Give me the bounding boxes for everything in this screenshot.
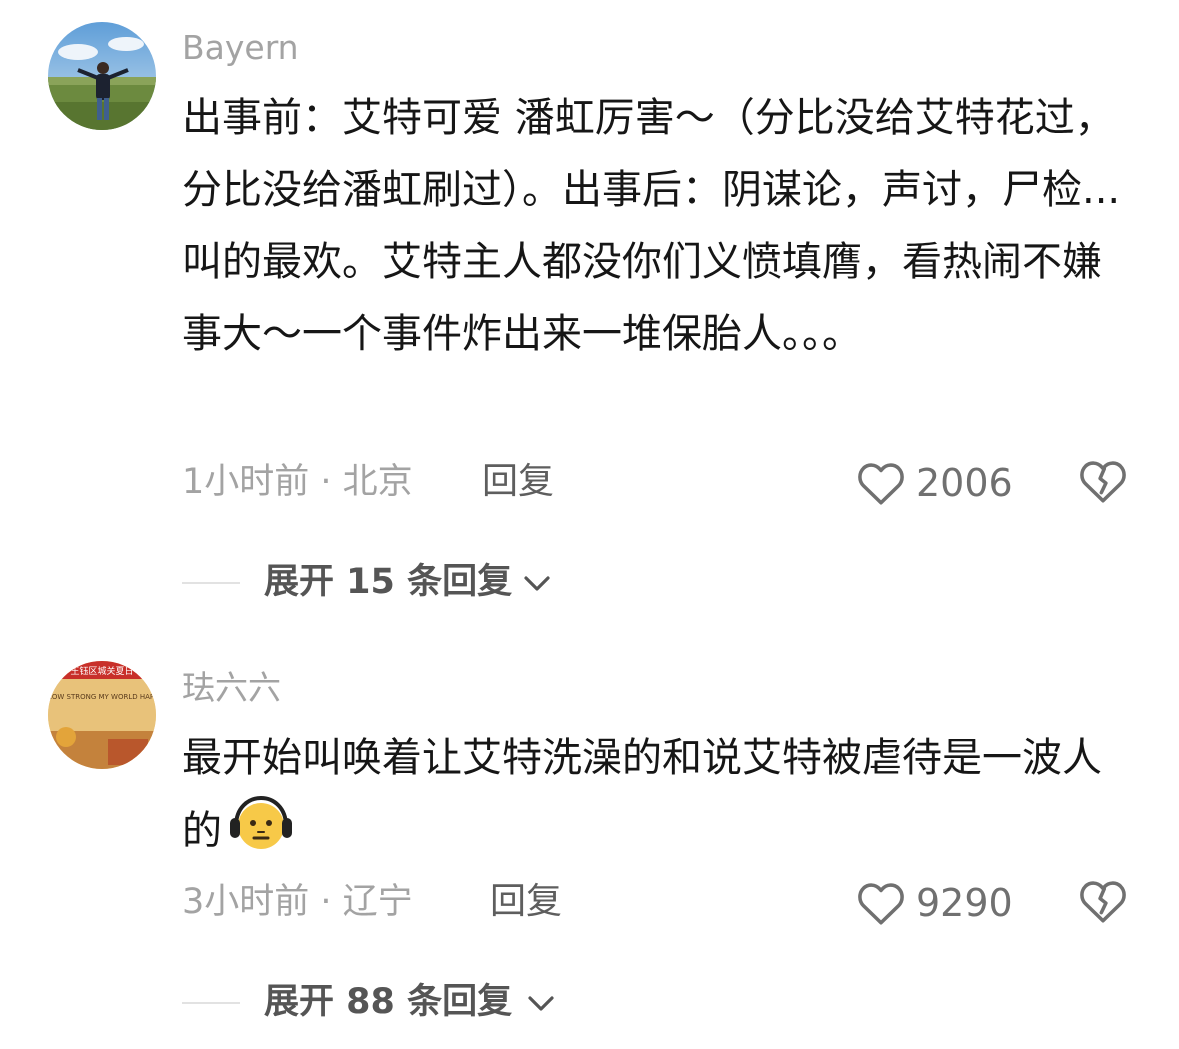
reply-button[interactable]: 回复 [490, 880, 562, 924]
like-count: 9290 [916, 881, 1013, 925]
comment-item: 王钰区城关夏日 GROW STRONG MY WORLD HAPPY 珐六六 最… [0, 640, 1179, 1049]
comment-time-location: 3小时前 · 辽宁 [182, 882, 413, 922]
like-button[interactable]: 9290 [856, 878, 1016, 928]
expand-replies-label: 展开 88 条回复 [264, 982, 513, 1022]
avatar[interactable] [48, 22, 156, 130]
comment-text: 最开始叫唤着让艾特洗澡的和说艾特被虐待是一波人的 [182, 722, 1132, 867]
broken-heart-icon [1080, 881, 1126, 923]
headphones-face-emoji [230, 795, 292, 849]
avatar-wall-text: GROW STRONG MY WORLD HAPPY [48, 693, 156, 701]
expand-replies-button[interactable]: 展开 15 条回复 [182, 558, 582, 608]
comment-text: 出事前：艾特可爱 潘虹厉害～（分比没给艾特花过，分比没给潘虹刷过）。出事后：阴谋… [182, 95, 1121, 357]
like-count: 2006 [916, 461, 1013, 505]
expand-replies-label: 展开 15 条回复 [264, 562, 513, 602]
chevron-down-icon [528, 996, 554, 1011]
dislike-button[interactable] [1078, 458, 1128, 508]
like-button[interactable]: 2006 [856, 458, 1016, 508]
username[interactable]: 珐六六 [182, 668, 281, 708]
username[interactable]: Bayern [182, 28, 299, 68]
heart-outline-icon [858, 463, 904, 505]
expand-replies-button[interactable]: 展开 88 条回复 [182, 978, 582, 1028]
divider-line [182, 1002, 240, 1004]
divider-line [182, 582, 240, 584]
comment-item: Bayern 出事前：艾特可爱 潘虹厉害～（分比没给艾特花过，分比没给潘虹刷过）… [0, 0, 1179, 620]
broken-heart-icon [1080, 461, 1126, 503]
comment-time-location: 1小时前 · 北京 [182, 462, 413, 502]
heart-outline-icon [858, 883, 904, 925]
comment-text-content: 最开始叫唤着让艾特洗澡的和说艾特被虐待是一波人的 [182, 735, 1102, 854]
avatar[interactable]: 王钰区城关夏日 GROW STRONG MY WORLD HAPPY [48, 661, 156, 769]
avatar-sign-text: 王钰区城关夏日 [70, 665, 133, 677]
dislike-button[interactable] [1078, 878, 1128, 928]
reply-button[interactable]: 回复 [482, 460, 554, 504]
chevron-down-icon [524, 576, 550, 591]
